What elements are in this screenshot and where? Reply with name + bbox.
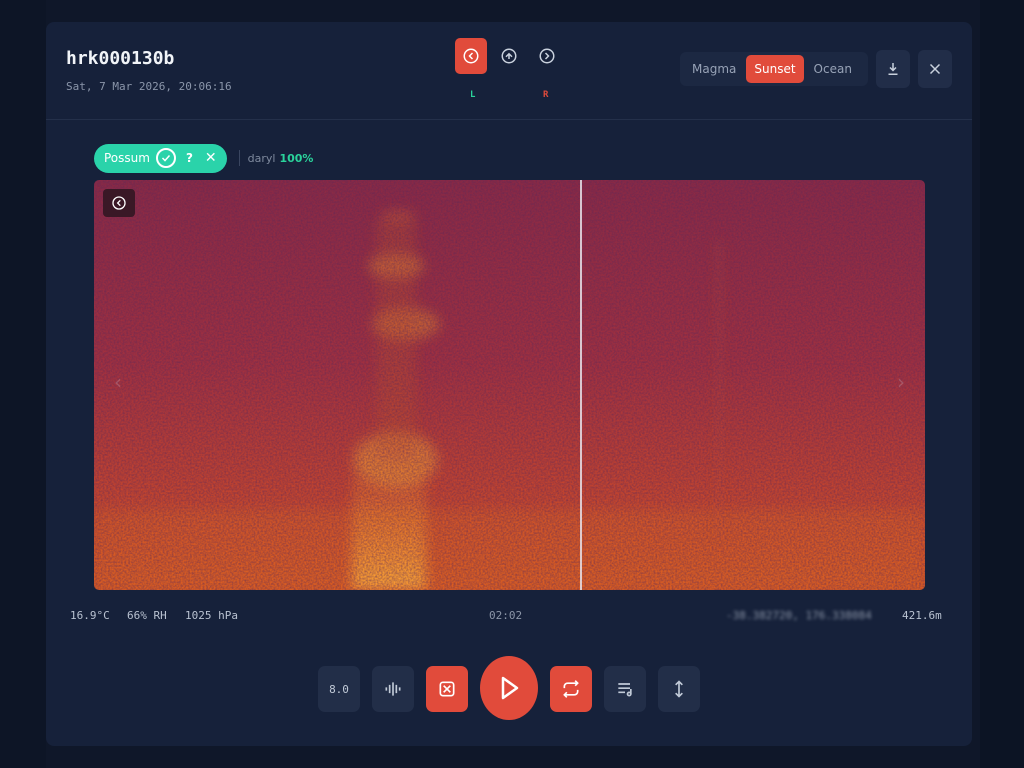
channel-left-label: L bbox=[470, 90, 476, 100]
up-circle-icon bbox=[501, 48, 517, 64]
recording-panel: hrk000130b Sat, 7 Mar 2026, 20:06:16 L R… bbox=[46, 22, 972, 746]
annotation-row: Possum ? ✕ daryl 100% bbox=[94, 143, 313, 173]
previous-segment-arrow[interactable]: ‹ bbox=[114, 370, 122, 394]
shuffle-button[interactable] bbox=[426, 666, 468, 712]
playback-speed-value: 8.0 bbox=[329, 682, 349, 696]
channel-forward-button[interactable] bbox=[531, 38, 563, 74]
backdrop-right bbox=[980, 0, 1024, 768]
gps-coordinates: -38.382720, 176.338084 bbox=[726, 609, 872, 622]
check-icon bbox=[161, 154, 171, 162]
pressure-readout: 1025 hPa bbox=[185, 609, 238, 622]
spectrogram[interactable]: ‹ › bbox=[94, 180, 925, 590]
play-button[interactable] bbox=[480, 656, 538, 720]
species-tag-label: Possum bbox=[104, 151, 150, 165]
download-button[interactable] bbox=[876, 50, 910, 88]
palette-option-ocean[interactable]: Ocean bbox=[806, 55, 860, 83]
confirm-tag-button[interactable] bbox=[155, 148, 176, 168]
temperature-readout: 16.9°C bbox=[70, 609, 110, 622]
remove-tag-button[interactable]: ✕ bbox=[205, 150, 217, 166]
rewind-circle-icon bbox=[112, 196, 126, 210]
uncertain-tag-button[interactable]: ? bbox=[186, 151, 193, 165]
species-tag[interactable]: Possum ? ✕ bbox=[94, 143, 227, 173]
recording-id: hrk000130b bbox=[66, 48, 175, 69]
recording-datetime: Sat, 7 Mar 2026, 20:06:16 bbox=[66, 80, 232, 93]
humidity-readout: 66% RH bbox=[127, 609, 167, 622]
waveform-icon bbox=[385, 682, 401, 696]
repeat-button[interactable] bbox=[550, 666, 592, 712]
playback-speed-button[interactable]: 8.0 bbox=[318, 666, 360, 712]
spectrogram-image bbox=[94, 180, 925, 590]
channel-selector bbox=[455, 38, 563, 74]
playback-controls: 8.0 bbox=[46, 656, 972, 720]
palette-option-sunset[interactable]: Sunset bbox=[746, 55, 804, 83]
backdrop-left bbox=[0, 0, 46, 768]
spectrogram-channel-badge[interactable] bbox=[103, 189, 135, 217]
playlist-icon bbox=[618, 683, 632, 697]
altitude-readout: 421.6m bbox=[902, 609, 942, 622]
playback-time: 02:02 bbox=[489, 609, 523, 622]
download-icon bbox=[888, 63, 898, 75]
channel-right-label: R bbox=[543, 90, 549, 100]
play-icon bbox=[501, 676, 519, 700]
waveform-button[interactable] bbox=[372, 666, 414, 712]
next-segment-arrow[interactable]: › bbox=[897, 370, 905, 394]
expand-vertical-icon bbox=[675, 680, 683, 698]
rewind-circle-icon bbox=[463, 48, 479, 64]
repeat-icon bbox=[563, 680, 579, 698]
annotation-divider bbox=[238, 150, 240, 166]
playlist-button[interactable] bbox=[604, 666, 646, 712]
channel-left-button[interactable] bbox=[455, 38, 487, 74]
close-icon bbox=[929, 63, 941, 75]
annotation-confidence: 100% bbox=[279, 151, 314, 165]
channel-up-button[interactable] bbox=[493, 38, 525, 74]
annotator-name: daryl bbox=[247, 151, 276, 165]
expand-vertical-button[interactable] bbox=[658, 666, 700, 712]
recording-info-bar: 16.9°C 66% RH 1025 hPa 02:02 -38.382720,… bbox=[46, 609, 972, 625]
palette-option-magma[interactable]: Magma bbox=[684, 55, 744, 83]
palette-selector: Magma Sunset Ocean bbox=[680, 52, 868, 86]
close-button[interactable] bbox=[918, 50, 952, 88]
playhead[interactable] bbox=[580, 180, 582, 590]
shuffle-icon bbox=[439, 681, 455, 697]
forward-circle-icon bbox=[539, 48, 555, 64]
panel-header: hrk000130b Sat, 7 Mar 2026, 20:06:16 L R… bbox=[46, 22, 972, 120]
